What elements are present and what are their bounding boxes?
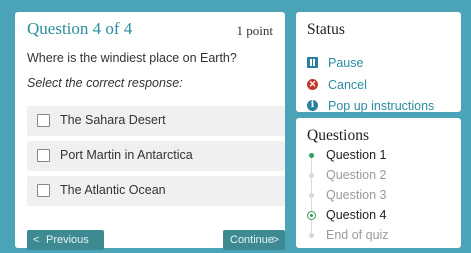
answer-option-2[interactable]: Port Martin in Antarctica — [27, 141, 285, 171]
questions-title: Questions — [307, 127, 369, 144]
previous-label: Previous — [46, 234, 89, 246]
nav-question-label: Question 2 — [326, 168, 387, 182]
current-question-icon — [307, 211, 316, 220]
previous-button[interactable]: < Previous — [27, 230, 104, 250]
answer-option-3[interactable]: The Atlantic Ocean — [27, 176, 285, 206]
cancel-icon: ✕ — [307, 79, 318, 90]
unanswered-dot-icon — [309, 233, 314, 238]
question-title: Question 4 of 4 — [27, 19, 133, 38]
pause-label: Pause — [328, 56, 364, 70]
status-panel: Status Pause ✕ Cancel i Pop up instructi… — [296, 12, 461, 113]
nav-question-label: Question 1 — [326, 148, 387, 162]
continue-label: Continue — [230, 234, 275, 246]
option-label: The Atlantic Ocean — [60, 183, 166, 197]
answer-option-1[interactable]: The Sahara Desert — [27, 106, 285, 136]
option-checkbox[interactable] — [37, 149, 50, 162]
unanswered-dot-icon — [309, 173, 314, 178]
nav-question-label: Question 3 — [326, 188, 387, 202]
question-points: 1 point — [236, 23, 273, 38]
pause-icon — [307, 57, 318, 68]
questions-panel: Questions Question 1 Question 2 Question… — [296, 118, 461, 248]
question-instruction: Select the correct response: — [27, 76, 183, 90]
nav-end-label: End of quiz — [326, 228, 389, 242]
nav-question-label: Question 4 — [326, 208, 387, 222]
question-card: Question 4 of 4 1 point Where is the win… — [15, 12, 285, 250]
cancel-label: Cancel — [328, 78, 367, 92]
answered-dot-icon — [309, 153, 314, 158]
progress-line — [311, 158, 312, 238]
chevron-left-icon: < — [33, 234, 40, 246]
unanswered-dot-icon — [309, 193, 314, 198]
option-checkbox[interactable] — [37, 114, 50, 127]
instructions-label: Pop up instructions — [328, 99, 435, 113]
info-icon: i — [307, 100, 318, 111]
continue-button[interactable]: Continue > — [223, 230, 285, 250]
chevron-right-icon: > — [272, 234, 279, 246]
question-text: Where is the windiest place on Earth? — [27, 51, 237, 65]
option-checkbox[interactable] — [37, 184, 50, 197]
option-label: The Sahara Desert — [60, 113, 166, 127]
option-label: Port Martin in Antarctica — [60, 148, 193, 162]
status-title: Status — [307, 21, 345, 38]
